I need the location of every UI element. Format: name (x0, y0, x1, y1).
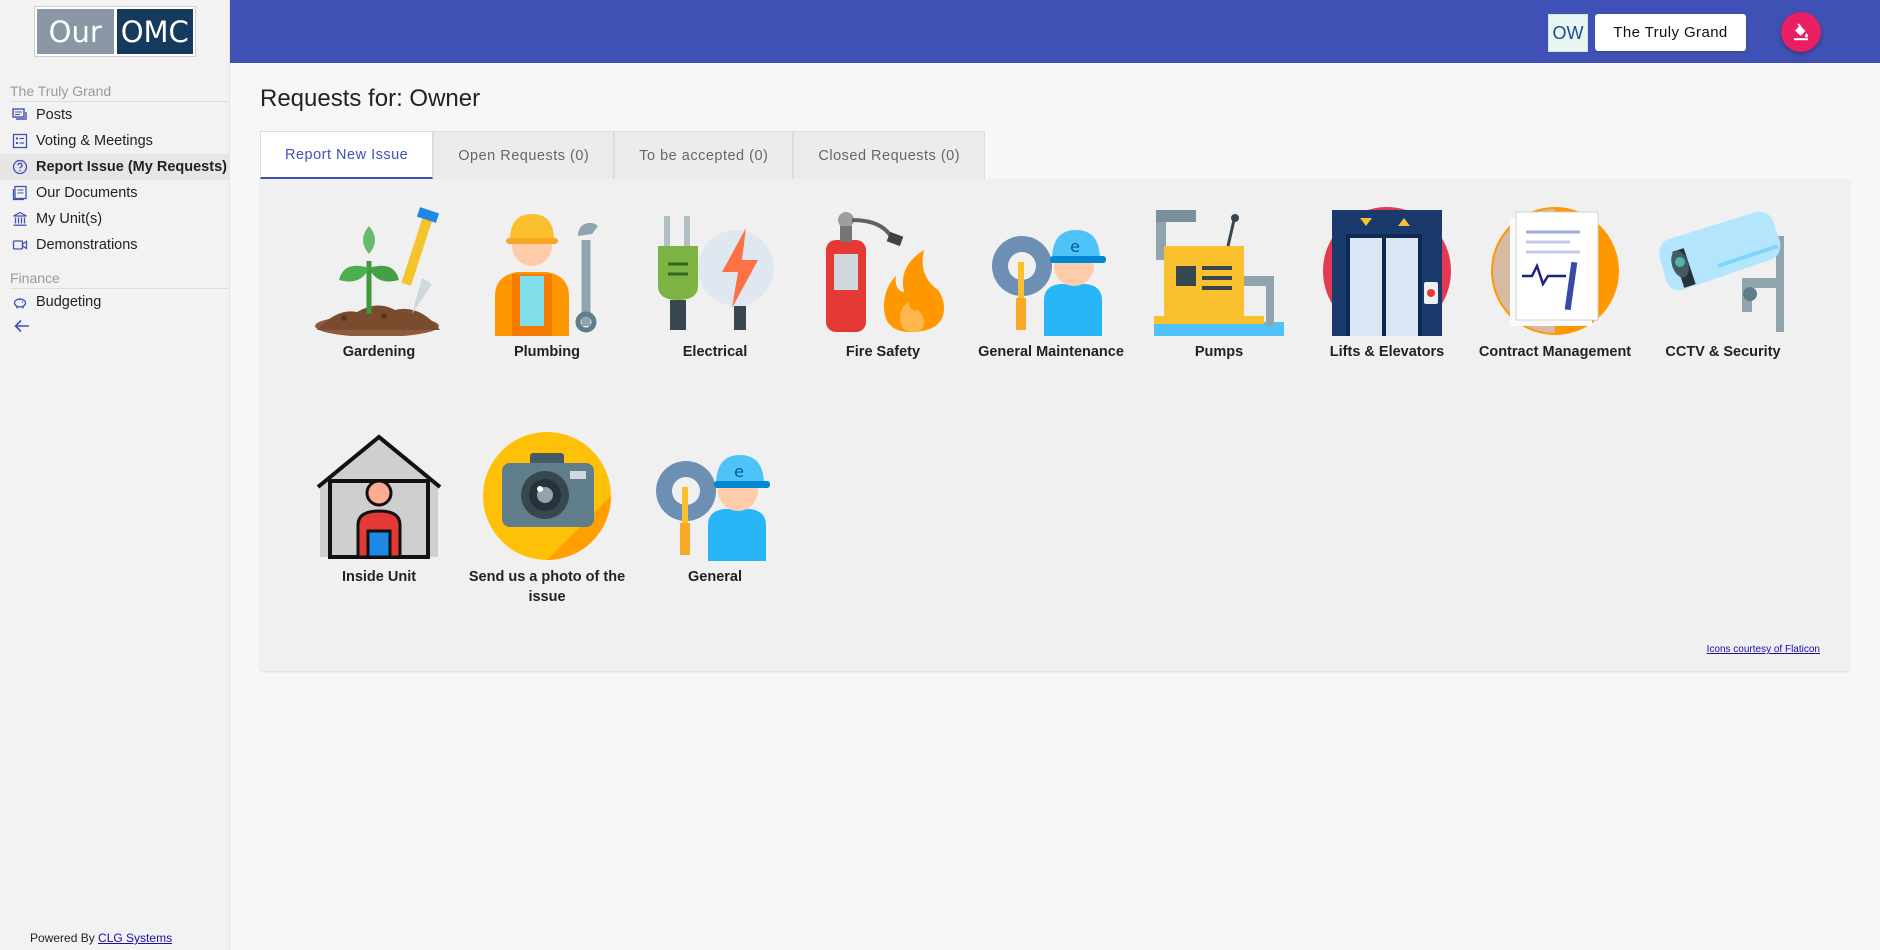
documents-icon (12, 185, 27, 201)
posts-icon (12, 108, 27, 120)
electrical-icon (658, 216, 774, 330)
logo-part-1: Our (37, 9, 114, 54)
category-lifts-elevators[interactable]: Lifts & Elevators (1303, 206, 1471, 362)
app-logo[interactable]: Our OMC (34, 6, 196, 57)
powered-by-link[interactable]: CLG Systems (98, 931, 172, 945)
page-title: Requests for: Owner (260, 85, 481, 112)
contract-icon (1491, 207, 1619, 335)
general-worker-icon: e (656, 455, 770, 561)
sidebar-item-label: Voting & Meetings (36, 133, 153, 149)
voting-icon (12, 133, 28, 149)
sidebar-item-report-issue[interactable]: Report Issue (My Requests) (0, 154, 230, 180)
category-send-photo[interactable]: Send us a photo of the issue (463, 431, 631, 607)
tab-report-new-issue[interactable]: Report New Issue (260, 131, 434, 179)
powered-by: Powered By CLG Systems (30, 931, 172, 945)
sidebar-item-label: Our Documents (36, 185, 138, 201)
category-contract-management[interactable]: Contract Management (1471, 206, 1639, 362)
theme-button[interactable] (1781, 12, 1821, 52)
tab-to-be-accepted[interactable]: To be accepted (0) (614, 131, 794, 179)
category-label: General (688, 569, 742, 585)
logo-part-2: OMC (116, 9, 193, 54)
camera-icon (483, 432, 611, 560)
house-person-icon (316, 434, 442, 559)
category-electrical[interactable]: Electrical (631, 206, 799, 362)
sidebar-item-label: Report Issue (My Requests) (36, 159, 227, 175)
sidebar-item-my-units[interactable]: My Unit(s) (0, 206, 230, 232)
sidebar-item-documents[interactable]: Our Documents (0, 180, 230, 206)
category-label: General Maintenance (978, 344, 1124, 360)
help-circle-icon (12, 159, 28, 175)
category-pumps[interactable]: Pumps (1135, 206, 1303, 362)
sidebar: Our OMC The Truly Grand Posts Voting & M… (0, 0, 230, 950)
icons-credit-link[interactable]: Icons courtesy of Flaticon (1707, 644, 1820, 655)
plumbing-icon (495, 214, 598, 336)
category-plumbing[interactable]: Plumbing (463, 206, 631, 362)
category-label: Send us a photo of the issue (468, 569, 626, 605)
elevator-icon (1323, 207, 1451, 336)
paint-bucket-icon (1794, 23, 1808, 41)
tab-open-requests[interactable]: Open Requests (0) (433, 131, 615, 179)
category-fire-safety[interactable]: Fire Safety (799, 206, 967, 362)
video-icon (12, 240, 28, 250)
sidebar-item-label: My Unit(s) (36, 211, 103, 227)
sidebar-item-label: Budgeting (36, 294, 102, 310)
svg-text:e: e (1070, 237, 1080, 256)
category-label: CCTV & Security (1665, 344, 1781, 360)
sidebar-section-building: The Truly Grand (10, 83, 112, 99)
request-tabs: Report New Issue Open Requests (0) To be… (260, 131, 986, 179)
collapse-sidebar-arrow-icon[interactable] (12, 316, 32, 336)
building-selector-button[interactable]: The Truly Grand (1595, 14, 1746, 51)
category-gardening[interactable]: Gardening (295, 206, 463, 362)
category-label: Contract Management (1478, 344, 1632, 360)
category-label: Electrical (682, 344, 748, 360)
category-cctv-security[interactable]: CCTV & Security (1639, 206, 1807, 362)
category-label: Pumps (1194, 344, 1244, 360)
category-label: Inside Unit (341, 569, 417, 585)
sidebar-item-label: Posts (36, 107, 73, 123)
category-general[interactable]: e General (631, 431, 799, 587)
category-general-maintenance[interactable]: e General Maintenance (967, 206, 1135, 362)
tab-closed-requests[interactable]: Closed Requests (0) (793, 131, 986, 179)
user-initials-badge[interactable]: OW (1548, 14, 1588, 52)
sidebar-item-demonstrations[interactable]: Demonstrations (0, 232, 230, 258)
category-inside-unit[interactable]: Inside Unit (295, 431, 463, 587)
sidebar-item-voting[interactable]: Voting & Meetings (0, 128, 230, 154)
sidebar-item-label: Demonstrations (36, 237, 138, 253)
maintenance-worker-icon: e (992, 230, 1106, 336)
gardening-icon (315, 207, 440, 336)
sidebar-section-finance: Finance (10, 270, 60, 286)
category-label: Fire Safety (845, 344, 921, 360)
cctv-camera-icon (1659, 211, 1784, 332)
svg-text:e: e (734, 462, 744, 481)
fire-extinguisher-icon (826, 212, 944, 332)
category-label: Lifts & Elevators (1329, 344, 1445, 360)
issue-category-panel: Gardening Plumbing Electrical Fire Safet… (260, 179, 1850, 671)
sidebar-item-budgeting[interactable]: Budgeting (0, 289, 230, 315)
piggy-bank-icon (13, 298, 27, 309)
powered-by-text: Powered By (30, 931, 95, 945)
sidebar-item-posts[interactable]: Posts (0, 102, 230, 128)
building-icon (13, 211, 27, 226)
category-label: Gardening (342, 344, 416, 360)
category-label: Plumbing (513, 344, 581, 360)
pump-icon (1154, 210, 1284, 336)
